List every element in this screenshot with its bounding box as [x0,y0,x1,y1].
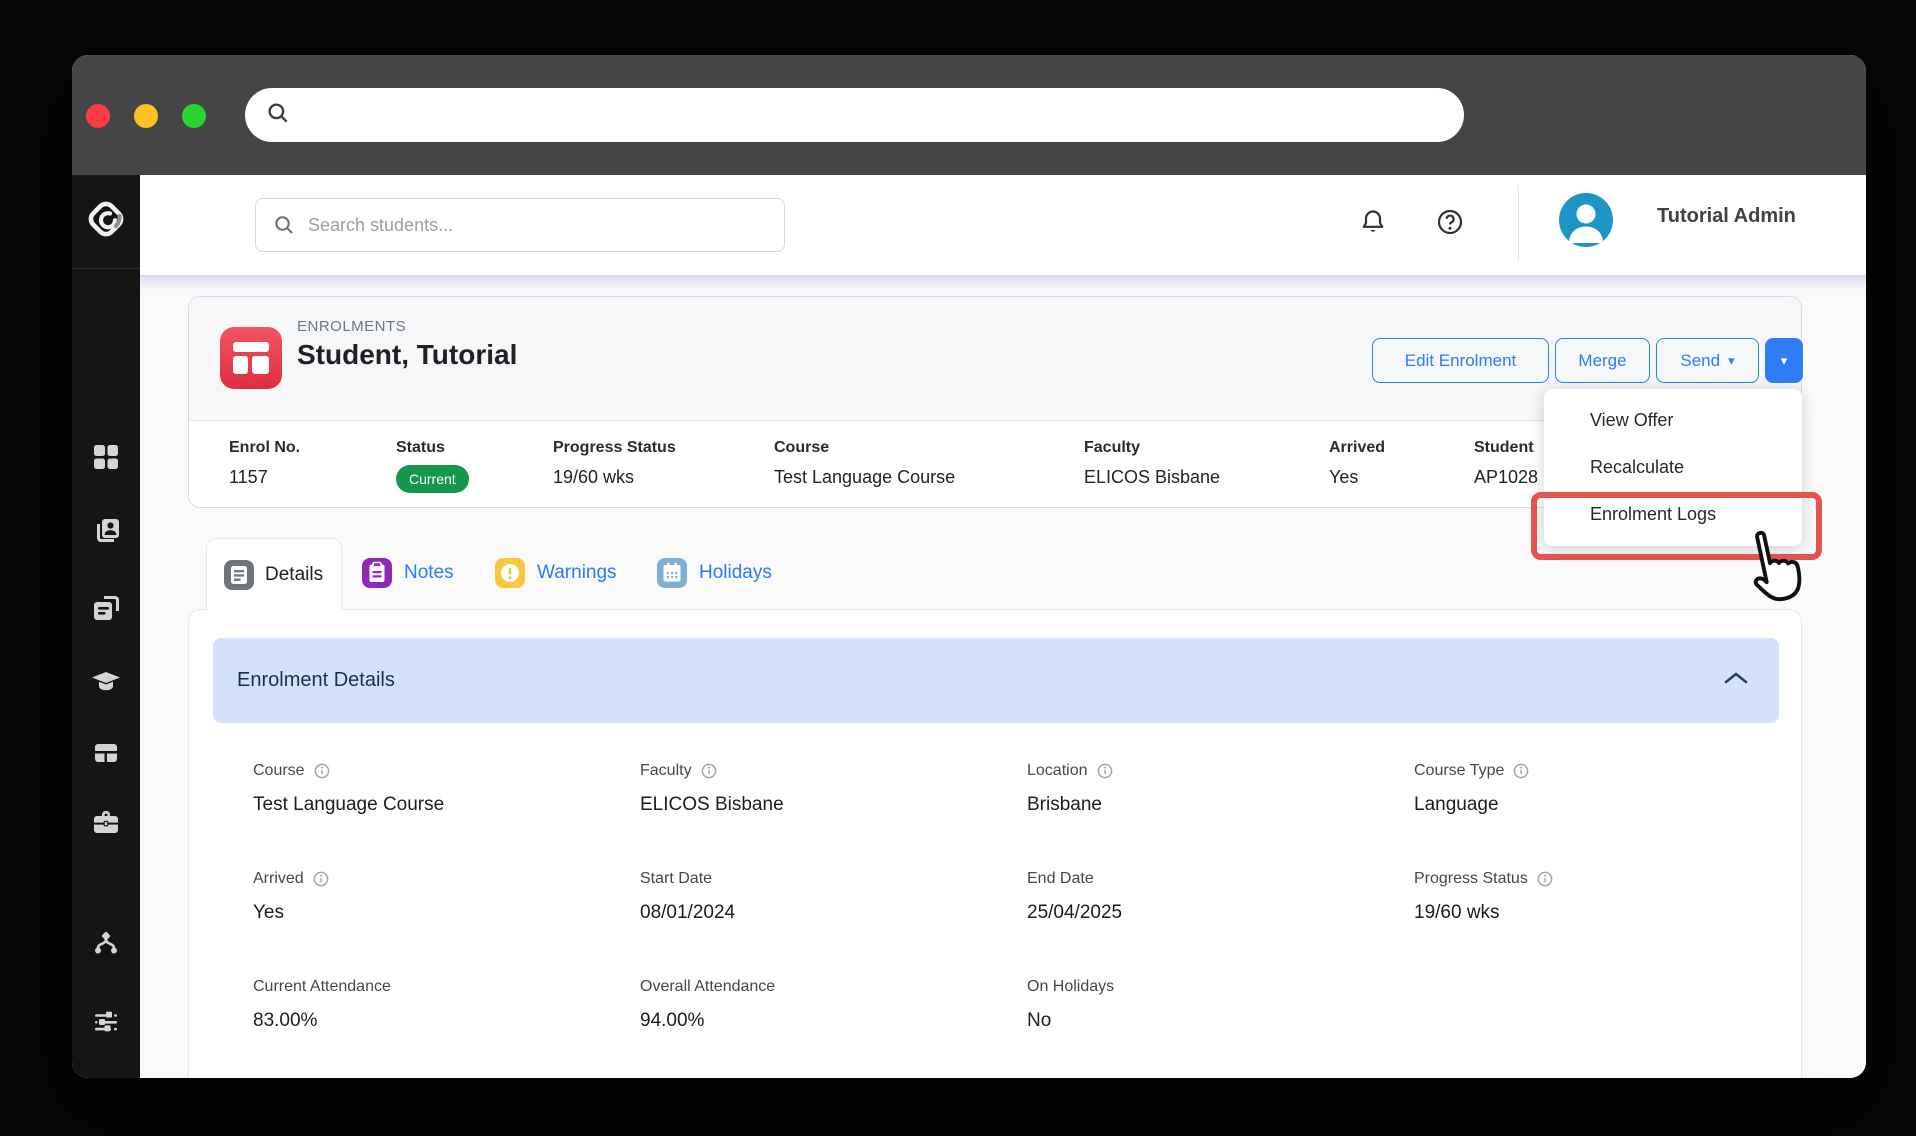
user-name: Tutorial Admin [1657,205,1796,227]
search-icon [265,100,291,131]
minimize-window-button[interactable] [134,104,158,128]
tab-warnings[interactable]: Warnings [495,554,617,592]
sidebar-item-documents-icon[interactable] [91,593,121,623]
sidebar-item-tables-icon[interactable] [91,738,121,768]
warning-icon [495,558,525,588]
tab-label: Notes [404,562,454,583]
info-icon[interactable] [701,763,717,779]
help-icon[interactable] [1435,207,1465,237]
app-sidebar [72,175,140,1078]
summary-student: Student AP1028 [1474,439,1539,488]
field-empty [1414,978,1801,1032]
details-doc-icon [224,560,254,590]
caret-down-icon: ▾ [1728,353,1735,368]
calendar-icon [657,558,687,588]
tab-label: Holidays [699,562,772,583]
summary-arrived: Arrived Yes [1329,439,1386,487]
field-arrived: Arrived Yes [253,870,640,924]
browser-address-bar[interactable] [245,88,1464,142]
summary-enrol-no: Enrol No. 1157 [229,439,301,487]
enrolment-fields-grid: Course Test Language Course Faculty ELIC… [253,762,1801,1032]
student-search-input[interactable] [308,214,748,236]
tab-details[interactable]: Details [206,538,342,611]
avatar[interactable] [1559,193,1613,247]
status-badge: Current [396,465,469,493]
menu-item-view-offer[interactable]: View Offer [1544,397,1802,444]
field-on-holidays: On Holidays No [1027,978,1115,1031]
notes-clipboard-icon [362,558,392,588]
notifications-bell-icon[interactable] [1358,207,1388,237]
summary-status: Status Current [396,439,469,493]
tab-notes[interactable]: Notes [362,554,454,592]
sidebar-item-jobs-icon[interactable] [91,807,121,837]
summary-course: Course Test Language Course [774,439,956,487]
more-actions-button[interactable]: ▾ [1765,338,1803,383]
field-start-date: Start Date 08/01/2024 [640,870,736,923]
tab-holidays[interactable]: Holidays [657,554,772,592]
browser-window: Tutorial Admin ENROLMENTS Student, Tutor… [72,55,1866,1078]
chevron-up-icon[interactable] [1723,670,1749,691]
tab-label: Warnings [537,562,617,583]
send-button[interactable]: Send ▾ [1656,338,1759,383]
menu-item-enrolment-logs[interactable]: Enrolment Logs [1544,491,1802,538]
info-icon[interactable] [1513,763,1529,779]
summary-progress-status: Progress Status 19/60 wks [553,439,676,487]
caret-down-icon: ▾ [1780,353,1788,368]
sidebar-item-settings-icon[interactable] [91,1007,121,1037]
topbar-divider [1518,185,1519,262]
info-icon[interactable] [1537,871,1553,887]
field-faculty: Faculty ELICOS Bisbane [640,762,784,815]
sidebar-divider [72,268,140,269]
student-id-link[interactable]: AP1028 [1474,467,1538,488]
field-location: Location Brisbane [1027,762,1414,816]
search-icon [275,216,293,234]
panel-title: Enrolment Details [237,669,395,691]
tab-label: Details [265,564,324,585]
field-course: Course Test Language Course [253,762,445,815]
summary-faculty: Faculty ELICOS Bisbane [1084,439,1221,487]
sidebar-item-contacts-icon[interactable] [91,516,121,546]
student-search[interactable] [255,198,785,252]
menu-item-recalculate[interactable]: Recalculate [1544,444,1802,491]
section-eyebrow: ENROLMENTS [297,318,407,335]
enrolments-icon [220,327,282,389]
info-icon[interactable] [313,871,329,887]
browser-titlebar [72,55,1866,175]
field-overall-attendance: Overall Attendance 94.00% [640,978,776,1031]
sidebar-item-workflow-icon[interactable] [91,928,121,958]
sidebar-item-dashboard-icon[interactable] [91,442,121,472]
maximize-window-button[interactable] [182,104,206,128]
info-icon[interactable] [1097,763,1113,779]
field-current-attendance: Current Attendance 83.00% [253,978,391,1031]
field-course-type: Course Type Language [1414,762,1801,816]
enrolment-details-header[interactable]: Enrolment Details [213,638,1779,723]
details-panel: Enrolment Details Course Test Language C… [188,609,1802,1078]
close-window-button[interactable] [86,104,110,128]
more-actions-menu: View Offer Recalculate Enrolment Logs [1544,389,1802,546]
sidebar-item-courses-icon[interactable] [91,667,121,697]
field-end-date: End Date 25/04/2025 [1027,870,1123,923]
app-logo[interactable] [82,195,130,243]
edit-enrolment-button[interactable]: Edit Enrolment [1372,338,1549,383]
info-icon[interactable] [314,763,330,779]
merge-button[interactable]: Merge [1555,338,1650,383]
field-progress-status: Progress Status 19/60 wks [1414,870,1801,924]
page-title: Student, Tutorial [297,339,518,370]
